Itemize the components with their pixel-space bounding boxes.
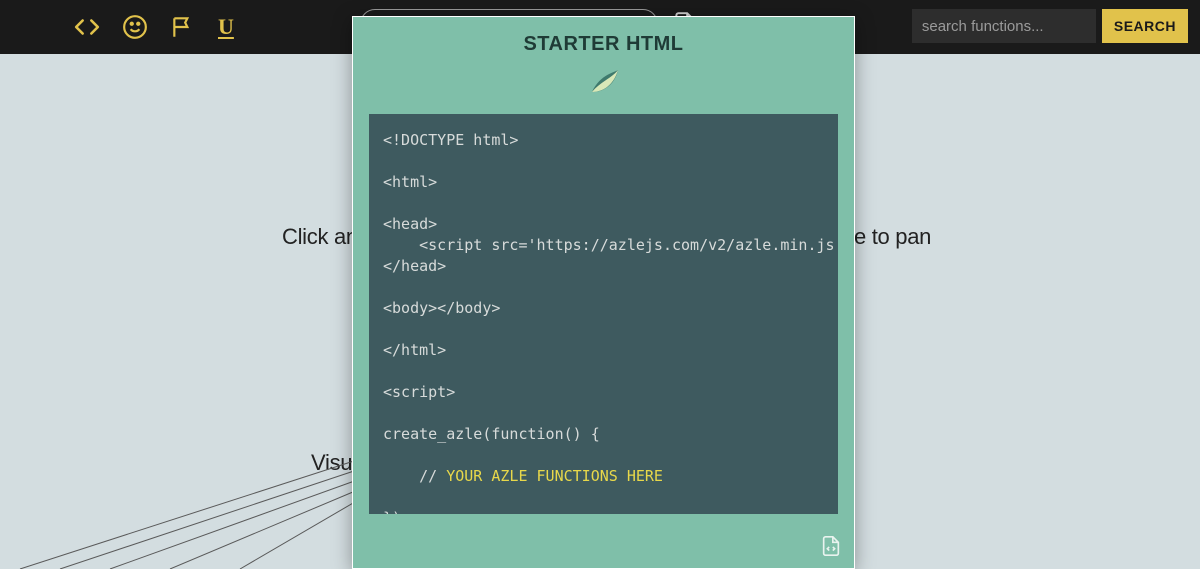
code-block: <!DOCTYPE html> <html> <head> <script sr… <box>369 114 838 514</box>
background-text-right: e to pan <box>854 224 931 250</box>
code-line: <body></body> <box>383 299 500 317</box>
search-input[interactable] <box>912 9 1096 43</box>
code-icon[interactable] <box>74 14 100 40</box>
code-line: <!DOCTYPE html> <box>383 131 518 149</box>
code-line: <head> <box>383 215 437 233</box>
code-line: // <box>383 467 446 485</box>
code-line: </head> <box>383 257 446 275</box>
code-line: </html> <box>383 341 446 359</box>
code-line: }) <box>383 509 401 514</box>
flag-icon[interactable] <box>170 14 196 40</box>
underline-icon[interactable]: U <box>218 14 234 40</box>
modal-title: STARTER HTML <box>353 33 854 56</box>
toolbar-right-group: SEARCH <box>912 9 1188 43</box>
background-text-visu: Visu <box>311 450 352 476</box>
search-button[interactable]: SEARCH <box>1102 9 1188 43</box>
copy-code-icon[interactable] <box>820 534 842 558</box>
starter-html-modal: STARTER HTML <!DOCTYPE html> <html> <hea… <box>352 16 855 569</box>
code-line: create_azle(function() { <box>383 425 600 443</box>
code-highlight: YOUR AZLE FUNCTIONS HERE <box>446 467 663 485</box>
code-line: <script> <box>383 383 455 401</box>
smile-icon[interactable] <box>122 14 148 40</box>
leaf-logo-icon <box>586 64 622 100</box>
code-line: <html> <box>383 173 437 191</box>
code-line: <script src='https://azlejs.com/v2/azle.… <box>383 236 838 254</box>
toolbar-left-group: U <box>20 14 234 40</box>
